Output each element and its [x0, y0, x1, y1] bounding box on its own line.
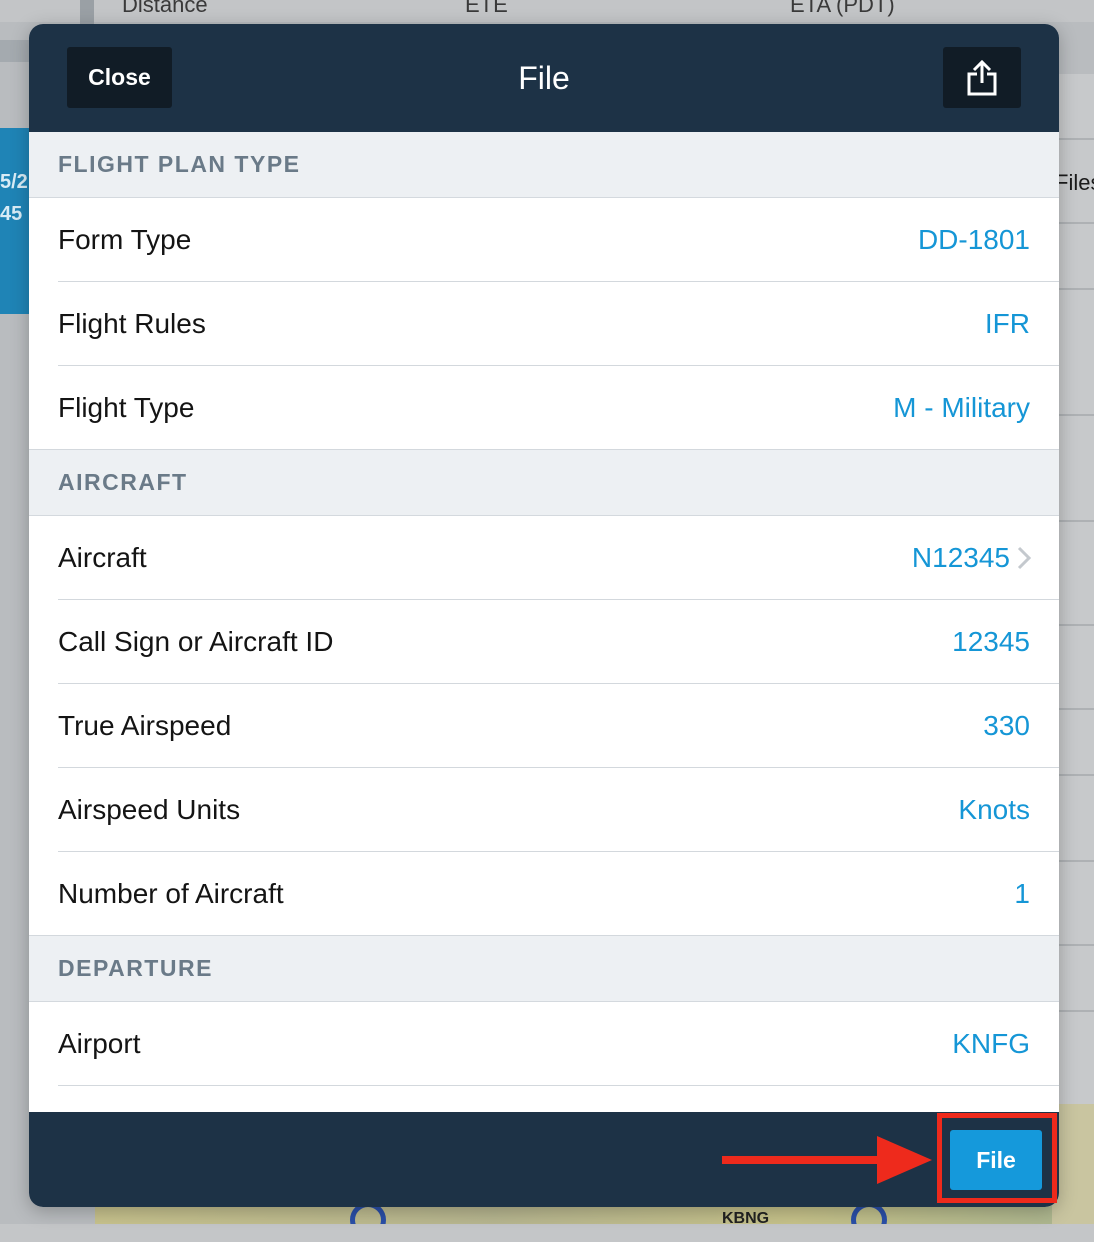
background-strip: [0, 40, 30, 62]
bg-divider: [1059, 944, 1094, 946]
bg-stat-eta: ETA (PDT): [790, 0, 895, 17]
row-value: N12345: [911, 542, 1010, 573]
bg-left-card-line: 5/2: [0, 171, 28, 193]
row-value: 330: [983, 710, 1030, 741]
close-button[interactable]: Close: [67, 47, 172, 108]
row-form-type[interactable]: Form Type DD-1801: [29, 198, 1059, 282]
row-label: Call Sign or Aircraft ID: [58, 626, 334, 657]
row-value: M - Military: [893, 392, 1030, 423]
bg-divider: [1059, 520, 1094, 522]
row-value: Knots: [958, 794, 1030, 825]
bg-divider: [1059, 288, 1094, 290]
flight-plan-form: FLIGHT PLAN TYPE Form Type DD-1801 Fligh…: [29, 132, 1059, 1112]
row-label: Number of Aircraft: [58, 878, 284, 909]
bg-divider: [1059, 138, 1094, 140]
row-label: Flight Rules: [58, 308, 206, 339]
section-header-departure: DEPARTURE: [29, 936, 1059, 1002]
row-aircraft[interactable]: Aircraft N12345: [29, 516, 1059, 600]
bg-divider: [1059, 222, 1094, 224]
row-flight-type[interactable]: Flight Type M - Military: [29, 366, 1059, 450]
bg-stat-ete: ETE: [465, 0, 508, 17]
bg-files-tab: Files: [1055, 170, 1094, 195]
row-value: DD-1801: [917, 224, 1030, 255]
row-value: KNFG: [952, 1028, 1030, 1059]
row-label: Form Type: [58, 224, 192, 255]
chevron-right-icon: [1017, 546, 1032, 570]
row-number-of-aircraft[interactable]: Number of Aircraft 1: [29, 852, 1059, 936]
modal-header: Close File: [29, 24, 1059, 132]
bg-divider: [1059, 708, 1094, 710]
row-value-wrap: N12345: [911, 542, 1032, 574]
bg-left-card-line: 45: [0, 203, 23, 225]
row-label: Aircraft: [58, 542, 147, 573]
bg-stat-distance: Distance: [122, 0, 208, 17]
row-label: Airport: [58, 1028, 141, 1059]
arrow-right-icon: [722, 1136, 932, 1184]
share-icon: [967, 59, 997, 95]
background-bottom-bar: [0, 1224, 1094, 1242]
row-call-sign[interactable]: Call Sign or Aircraft ID 12345: [29, 600, 1059, 684]
row-value: 1: [1014, 878, 1030, 909]
bg-divider: [1059, 774, 1094, 776]
section-header-flight-plan-type: FLIGHT PLAN TYPE: [29, 132, 1059, 198]
background-left-card: 5/2 45: [0, 128, 30, 314]
row-true-airspeed[interactable]: True Airspeed 330: [29, 684, 1059, 768]
row-value: 12345: [952, 626, 1030, 657]
bg-divider: [1059, 414, 1094, 416]
section-header-aircraft: AIRCRAFT: [29, 450, 1059, 516]
highlight-box: [937, 1113, 1057, 1203]
modal-title: File: [518, 59, 570, 96]
row-label: Flight Type: [58, 392, 195, 423]
background-stats-bar: Distance ETE ETA (PDT): [0, 0, 1094, 22]
row-label: True Airspeed: [58, 710, 232, 741]
share-button[interactable]: [943, 47, 1021, 108]
row-label: Airspeed Units: [58, 794, 241, 825]
row-value: IFR: [984, 308, 1030, 339]
row-airspeed-units[interactable]: Airspeed Units Knots: [29, 768, 1059, 852]
bg-divider: [1059, 860, 1094, 862]
row-flight-rules[interactable]: Flight Rules IFR: [29, 282, 1059, 366]
background-right-column: Files: [1055, 74, 1094, 1104]
bg-divider: [1059, 1010, 1094, 1012]
row-departure-airport[interactable]: Airport KNFG: [29, 1002, 1059, 1086]
bg-divider: [1059, 624, 1094, 626]
row-partial[interactable]: [29, 1086, 1059, 1112]
file-modal: Close File FLIGHT PLAN TYPE Form Type DD…: [29, 24, 1059, 1207]
